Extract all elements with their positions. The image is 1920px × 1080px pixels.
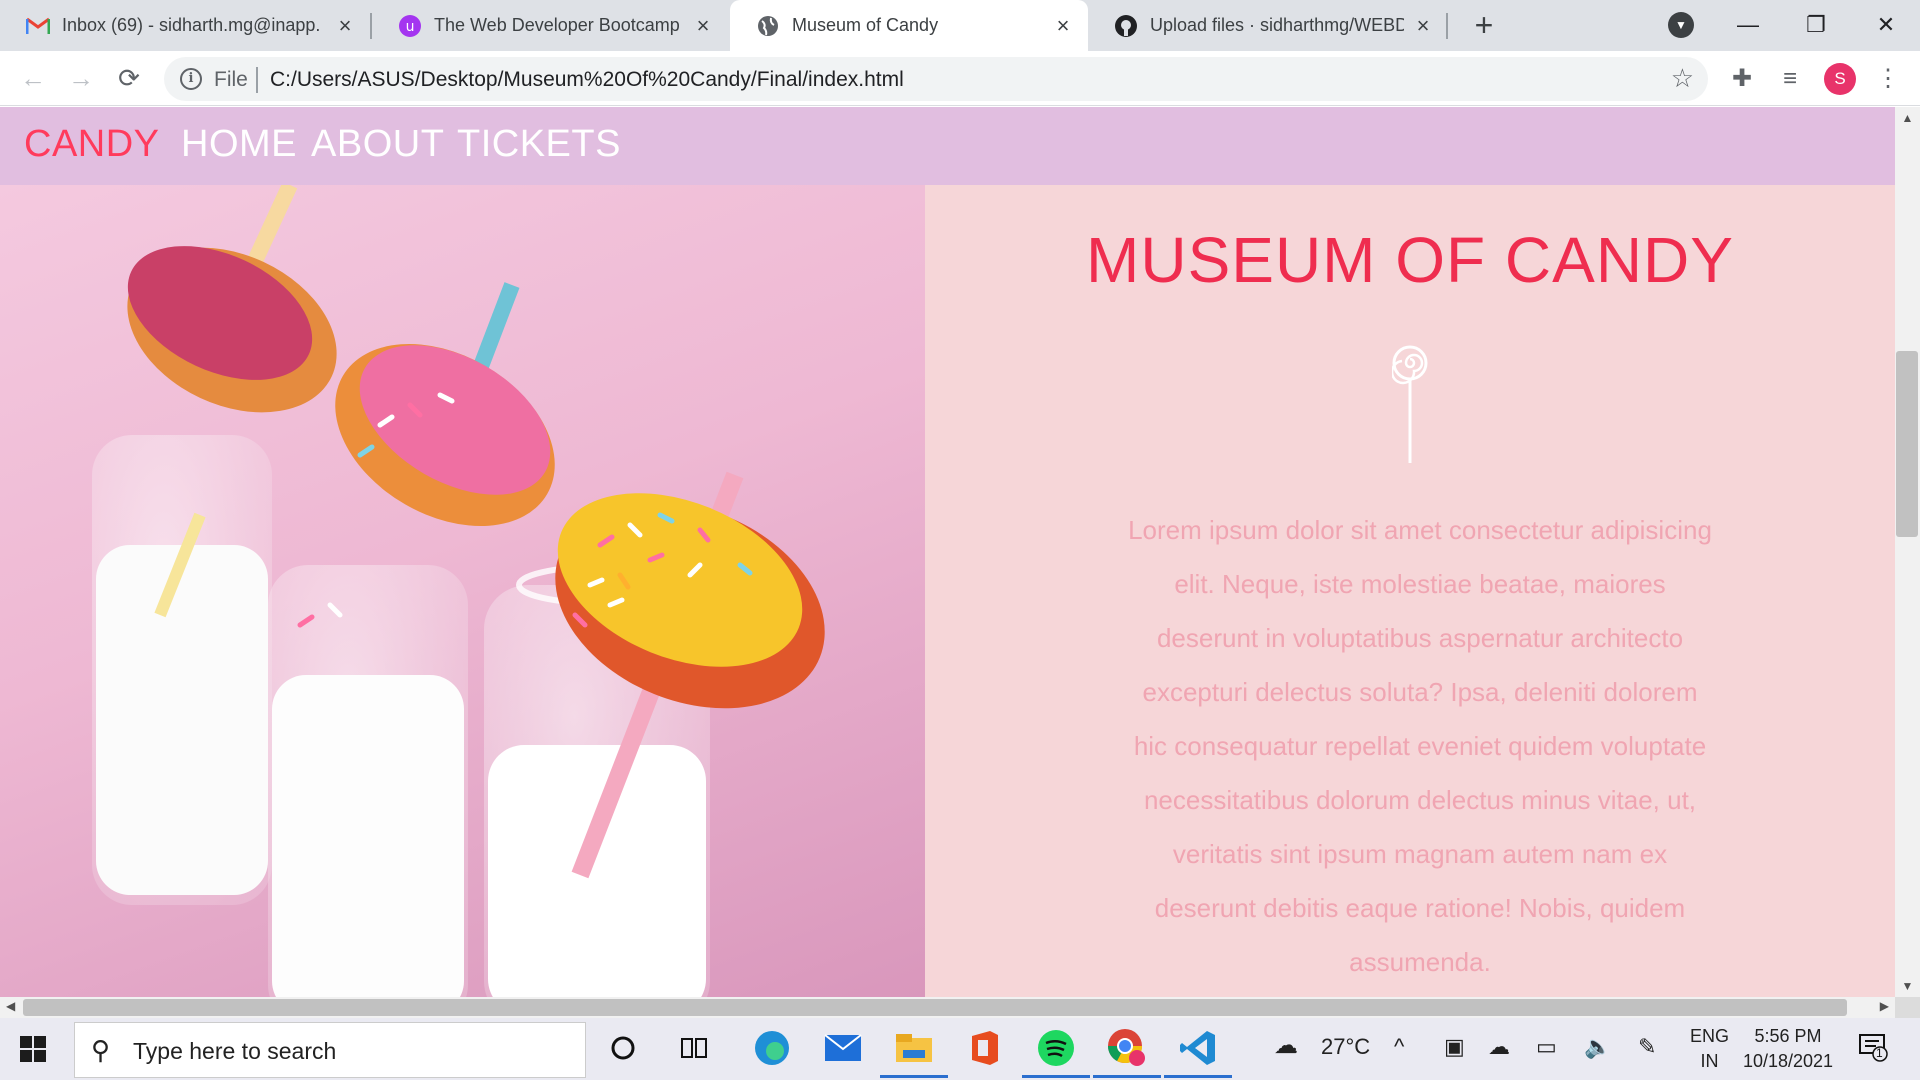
restore-icon[interactable]: ❐ [1796,8,1836,42]
notification-count: 1 [1876,1046,1883,1060]
scroll-right-arrow-icon[interactable]: ▶ [1880,999,1889,1013]
close-tab-icon[interactable]: × [334,14,356,37]
vertical-scroll-thumb[interactable] [1896,351,1918,537]
media-playlist-icon[interactable]: ≡ [1774,63,1806,95]
tab-search-icon[interactable]: ▼ [1668,12,1694,38]
nav-link-about[interactable]: ABOUT [311,123,444,166]
language-region: IN [1700,1051,1719,1071]
page-viewport: CANDY HOME ABOUT TICKETS MUSEUM OF CANDY… [0,107,1895,997]
close-tab-icon[interactable]: × [1412,14,1434,37]
language-indicator[interactable]: ENG IN [1690,1024,1729,1074]
horizontal-scrollbar[interactable]: ◀ ▶ [0,997,1895,1018]
tab-github[interactable]: Upload files · sidharthmg/WEBDE × [1088,0,1448,51]
minimize-icon[interactable]: — [1728,8,1768,42]
back-arrow-icon[interactable]: ← [16,61,50,95]
vertical-scrollbar[interactable]: ▲ ▼ [1895,107,1920,997]
edge-icon[interactable] [750,1026,794,1070]
taskbar-search-box[interactable]: ⚲ Type here to search [74,1022,586,1078]
forward-arrow-icon[interactable]: → [64,61,98,95]
clock-date: 10/18/2021 [1742,1051,1834,1071]
tab-title: Upload files · sidharthmg/WEBDE [1150,15,1404,35]
weather-temperature[interactable]: 27°C [1321,1034,1370,1060]
office-icon[interactable] [963,1026,1007,1070]
clock-time: 5:56 PM [1754,1026,1822,1046]
tab-separator [1446,13,1448,39]
globe-icon [756,14,780,38]
hero-image [0,185,925,997]
tab-museum-of-candy[interactable]: Museum of Candy × [730,0,1088,51]
brand-link[interactable]: CANDY [24,123,160,166]
search-icon: ⚲ [91,1035,111,1065]
site-navbar: CANDY HOME ABOUT TICKETS [0,107,1895,185]
github-icon [1114,14,1138,38]
new-tab-button[interactable]: + [1466,8,1502,44]
nav-link-tickets[interactable]: TICKETS [457,123,621,166]
windows-taskbar: ⚲ Type here to search ☁ 27°C ^ ▣ ☁ ▭ 🔈 ✎… [0,1018,1920,1080]
taskbar-search-placeholder: Type here to search [133,1038,337,1064]
gmail-icon [26,14,50,38]
udemy-icon: u [398,14,422,38]
url-scheme-label: File [214,68,248,91]
battery-icon[interactable]: ▭ [1536,1034,1557,1060]
windows-start-icon[interactable] [20,1036,46,1062]
close-tab-icon[interactable]: × [692,14,714,37]
extensions-puzzle-icon[interactable]: ✚ [1726,63,1758,95]
vscode-icon[interactable] [1164,1026,1232,1078]
close-window-icon[interactable]: ✕ [1866,8,1906,42]
close-tab-icon[interactable]: × [1052,14,1074,37]
notification-center-icon[interactable]: 1 [1858,1032,1888,1062]
scroll-up-arrow-icon[interactable]: ▲ [1895,111,1920,125]
svg-text:u: u [406,19,415,35]
meet-now-icon[interactable]: ▣ [1444,1034,1465,1060]
task-view-icon[interactable] [672,1026,716,1070]
weather-icon[interactable]: ☁ [1274,1031,1298,1060]
scroll-down-arrow-icon[interactable]: ▼ [1895,979,1920,993]
reload-icon[interactable]: ⟳ [112,61,146,95]
omnibox-divider [256,67,258,93]
tab-title: Museum of Candy [792,15,939,35]
scroll-left-arrow-icon[interactable]: ◀ [6,999,15,1013]
tab-title: Inbox (69) - sidharth.mg@inapp. [62,15,321,35]
page-title: MUSEUM OF CANDY [1086,224,1734,296]
bookmark-star-icon[interactable]: ☆ [1671,63,1694,94]
address-bar[interactable]: i File C:/Users/ASUS/Desktop/Museum%20Of… [164,57,1708,101]
museum-info-panel: MUSEUM OF CANDY Lorem ipsum dolor sit am… [925,185,1895,997]
tab-title: The Web Developer Bootcamp 2( [434,15,684,35]
spotify-icon[interactable] [1022,1026,1090,1078]
system-clock[interactable]: 5:56 PM 10/18/2021 [1728,1024,1848,1074]
chrome-icon[interactable] [1093,1026,1161,1078]
info-icon[interactable]: i [180,68,202,90]
scrollbar-corner [1895,997,1920,1018]
chevron-up-icon[interactable]: ^ [1394,1034,1404,1060]
pen-icon[interactable]: ✎ [1638,1034,1656,1060]
browser-toolbar: ← → ⟳ i File C:/Users/ASUS/Desktop/Museu… [0,51,1920,106]
horizontal-scroll-thumb[interactable] [23,999,1847,1016]
tab-gmail[interactable]: Inbox (69) - sidharth.mg@inapp. × [0,0,370,51]
museum-description: Lorem ipsum dolor sit amet consectetur a… [1128,515,1712,977]
donuts-on-milk-bottles-illustration [92,185,825,997]
url-text[interactable]: C:/Users/ASUS/Desktop/Museum%20Of%20Cand… [270,68,904,92]
profile-avatar[interactable]: S [1824,63,1856,95]
lollipop-icon [1392,345,1428,463]
onedrive-cloud-icon[interactable]: ☁ [1488,1034,1510,1060]
kebab-menu-icon[interactable]: ⋮ [1872,63,1904,95]
language-code: ENG [1690,1026,1730,1046]
cortana-icon[interactable] [601,1026,645,1070]
volume-icon[interactable]: 🔈 [1584,1034,1611,1060]
browser-tab-strip: Inbox (69) - sidharth.mg@inapp. × u The … [0,0,1920,51]
mail-icon[interactable] [821,1026,865,1070]
tab-udemy[interactable]: u The Web Developer Bootcamp 2( × [372,0,728,51]
file-explorer-icon[interactable] [880,1026,948,1078]
nav-link-home[interactable]: HOME [181,123,297,166]
